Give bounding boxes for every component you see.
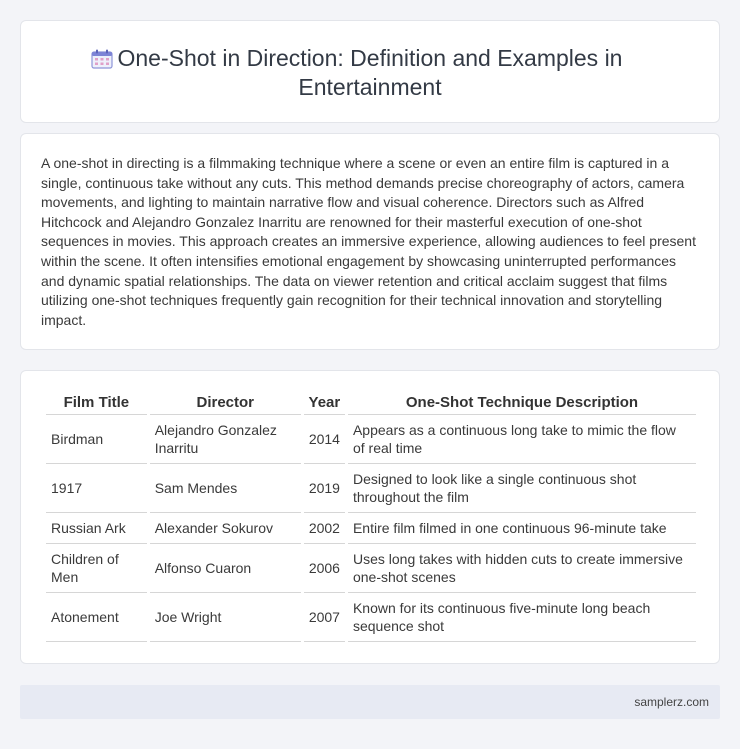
table-row: Russian Ark Alexander Sokurov 2002 Entir…: [46, 513, 696, 544]
cell-film-title: Children of Men: [46, 544, 147, 593]
table-card: Film Title Director Year One-Shot Techni…: [20, 370, 720, 664]
cell-description: Entire film filmed in one continuous 96-…: [347, 513, 696, 544]
intro-paragraph: A one-shot in directing is a filmmaking …: [41, 155, 696, 328]
cell-description: Uses long takes with hidden cuts to crea…: [347, 544, 696, 593]
cell-film-title: Atonement: [46, 593, 147, 642]
cell-year: 2006: [303, 544, 345, 593]
cell-description: Appears as a continuous long take to mim…: [347, 415, 696, 464]
cell-year: 2002: [303, 513, 345, 544]
cell-year: 2014: [303, 415, 345, 464]
table-row: 1917 Sam Mendes 2019 Designed to look li…: [46, 464, 696, 513]
table-row: Children of Men Alfonso Cuaron 2006 Uses…: [46, 544, 696, 593]
cell-director: Alfonso Cuaron: [149, 544, 301, 593]
intro-card: A one-shot in directing is a filmmaking …: [20, 133, 720, 350]
column-header-director: Director: [149, 391, 301, 415]
cell-year: 2019: [303, 464, 345, 513]
column-header-description: One-Shot Technique Description: [347, 391, 696, 415]
header-card: One-Shot in Direction: Definition and Ex…: [20, 20, 720, 123]
page-title: One-Shot in Direction: Definition and Ex…: [117, 45, 623, 100]
column-header-film-title: Film Title: [46, 391, 147, 415]
cell-year: 2007: [303, 593, 345, 642]
cell-director: Alexander Sokurov: [149, 513, 301, 544]
table-row: Atonement Joe Wright 2007 Known for its …: [46, 593, 696, 642]
films-table: Film Title Director Year One-Shot Techni…: [43, 391, 699, 642]
cell-film-title: Russian Ark: [46, 513, 147, 544]
column-header-year: Year: [303, 391, 345, 415]
cell-director: Sam Mendes: [149, 464, 301, 513]
cell-director: Joe Wright: [149, 593, 301, 642]
cell-description: Known for its continuous five-minute lon…: [347, 593, 696, 642]
table-row: Birdman Alejandro Gonzalez Inarritu 2014…: [46, 415, 696, 464]
footer: samplerz.com: [20, 685, 720, 719]
cell-film-title: 1917: [46, 464, 147, 513]
cell-director: Alejandro Gonzalez Inarritu: [149, 415, 301, 464]
footer-site-link[interactable]: samplerz.com: [634, 695, 709, 709]
cell-film-title: Birdman: [46, 415, 147, 464]
table-header-row: Film Title Director Year One-Shot Techni…: [46, 391, 696, 415]
cell-description: Designed to look like a single continuou…: [347, 464, 696, 513]
